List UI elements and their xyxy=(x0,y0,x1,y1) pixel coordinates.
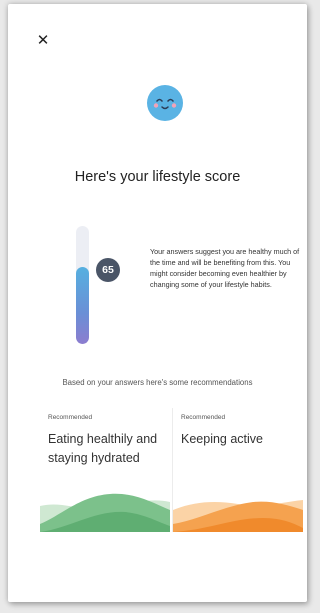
page-title: Here's your lifestyle score xyxy=(74,169,241,185)
green-wave-illustration xyxy=(40,493,170,532)
smiley-face-icon xyxy=(147,85,183,121)
score-meter xyxy=(76,226,89,344)
recommendation-card-eating[interactable]: Recommended Eating healthily and staying… xyxy=(40,408,170,532)
app-screen: ✕ Here's your lifestyle score 65 Your an… xyxy=(8,4,307,602)
recommendations-intro: Based on your answers here's some recomm… xyxy=(62,378,253,387)
recommendation-tag: Recommended xyxy=(181,414,226,421)
recommendation-tag: Recommended xyxy=(48,414,93,421)
recommendation-title: Eating healthily and staying hydrated xyxy=(48,432,158,465)
score-meter-fill xyxy=(76,267,89,344)
recommendation-title: Keeping active xyxy=(181,432,264,446)
close-icon[interactable]: ✕ xyxy=(36,33,50,48)
orange-wave-illustration xyxy=(173,500,303,532)
score-badge: 65 xyxy=(96,258,120,282)
score-summary-text: Your answers suggest you are healthy muc… xyxy=(150,247,300,289)
recommendation-card-active[interactable]: Recommended Keeping active xyxy=(172,408,303,532)
